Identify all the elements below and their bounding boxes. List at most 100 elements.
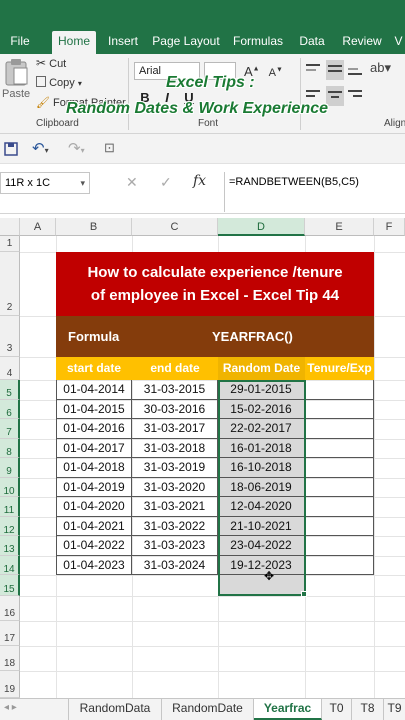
save-icon[interactable]	[4, 142, 18, 156]
insert-function-icon[interactable]: fx	[193, 173, 206, 189]
row-header-15[interactable]: 15	[0, 575, 20, 596]
row-header-18[interactable]: 18	[0, 646, 20, 671]
formula-row-value[interactable]: YEARFRAC()	[212, 329, 293, 344]
column-header-a[interactable]: A	[20, 218, 56, 236]
start-date-cell[interactable]: 01-04-2015	[56, 399, 132, 419]
end-date-cell[interactable]: 31-03-2024	[132, 555, 218, 575]
align-center-icon[interactable]	[326, 86, 344, 106]
sheet-tab-randomdata[interactable]: RandomData	[68, 699, 162, 720]
random-date-cell[interactable]: 12-04-2020	[218, 497, 305, 517]
row-header-6[interactable]: 6	[0, 399, 20, 419]
undo-icon[interactable]: ↶▾	[32, 139, 49, 157]
row-header-5[interactable]: 5	[0, 380, 20, 400]
sheet-tab-randomdate[interactable]: RandomDate	[162, 699, 254, 720]
end-date-cell[interactable]: 31-03-2020	[132, 477, 218, 497]
sheet-nav-icon[interactable]: ◂ ▸	[4, 702, 17, 713]
column-header-d[interactable]: D	[218, 218, 305, 236]
start-date-cell[interactable]: 01-04-2018	[56, 458, 132, 478]
tenure-cell[interactable]	[305, 536, 374, 556]
fill-handle[interactable]	[301, 591, 307, 597]
redo-icon[interactable]: ↷▾	[68, 139, 85, 157]
tab-home[interactable]: Home	[52, 31, 96, 54]
tab-view[interactable]: V	[392, 31, 405, 54]
paste-button[interactable]: Paste	[2, 56, 30, 104]
tenure-cell[interactable]	[305, 380, 374, 400]
column-header-f[interactable]: F	[374, 218, 405, 236]
orientation-icon[interactable]: ab▾	[370, 60, 391, 76]
align-right-icon[interactable]	[348, 88, 366, 104]
start-date-cell[interactable]: 01-04-2020	[56, 497, 132, 517]
row-header-1[interactable]: 1	[0, 236, 20, 252]
tenure-cell[interactable]	[305, 497, 374, 517]
tab-data[interactable]: Data	[296, 31, 328, 54]
tenure-cell[interactable]	[305, 516, 374, 536]
start-date-cell[interactable]: 01-04-2023	[56, 555, 132, 575]
cancel-icon[interactable]: ✕	[126, 174, 138, 191]
random-date-cell[interactable]: 23-04-2022	[218, 536, 305, 556]
row-header-14[interactable]: 14	[0, 555, 20, 575]
end-date-cell[interactable]: 31-03-2022	[132, 516, 218, 536]
row-header-9[interactable]: 9	[0, 458, 20, 478]
end-date-cell[interactable]: 31-03-2018	[132, 438, 218, 458]
row-header-4[interactable]: 4	[0, 357, 20, 380]
row-header-7[interactable]: 7	[0, 419, 20, 439]
name-box[interactable]: 11R x 1C ▾	[0, 172, 90, 194]
touch-mode-icon[interactable]: ⊡	[104, 140, 115, 156]
random-date-cell[interactable]: 16-01-2018	[218, 438, 305, 458]
end-date-cell[interactable]: 31-03-2023	[132, 536, 218, 556]
row-header-19[interactable]: 19	[0, 671, 20, 698]
random-date-cell[interactable]: 16-10-2018	[218, 458, 305, 478]
header-random-date[interactable]: Random Date	[218, 357, 305, 380]
tab-page-layout[interactable]: Page Layout	[152, 31, 220, 54]
start-date-cell[interactable]: 01-04-2017	[56, 438, 132, 458]
start-date-cell[interactable]: 01-04-2019	[56, 477, 132, 497]
tenure-cell[interactable]	[305, 458, 374, 478]
enter-icon[interactable]: ✓	[160, 174, 172, 191]
row-header-12[interactable]: 12	[0, 516, 20, 536]
align-bottom-icon[interactable]	[348, 62, 366, 78]
row-header-16[interactable]: 16	[0, 596, 20, 621]
tenure-cell[interactable]	[305, 399, 374, 419]
header-tenure[interactable]: Tenure/Exp	[305, 357, 374, 380]
start-date-cell[interactable]: 01-04-2016	[56, 419, 132, 439]
end-date-cell[interactable]: 31-03-2015	[132, 380, 218, 400]
tab-insert[interactable]: Insert	[104, 31, 142, 54]
end-date-cell[interactable]: 31-03-2019	[132, 458, 218, 478]
tenure-cell[interactable]	[305, 419, 374, 439]
sheet-tab-yearfrac[interactable]: Yearfrac	[254, 699, 322, 720]
column-header-c[interactable]: C	[132, 218, 218, 236]
header-start-date[interactable]: start date	[56, 357, 132, 380]
tab-file[interactable]: File	[4, 31, 36, 54]
start-date-cell[interactable]: 01-04-2021	[56, 516, 132, 536]
tenure-cell[interactable]	[305, 555, 374, 575]
row-header-13[interactable]: 13	[0, 536, 20, 556]
sheet-tab-t9[interactable]: T9	[384, 699, 405, 720]
end-date-cell[interactable]: 31-03-2021	[132, 497, 218, 517]
tenure-cell[interactable]	[305, 438, 374, 458]
cell-D15[interactable]	[220, 575, 304, 594]
start-date-cell[interactable]: 01-04-2022	[56, 536, 132, 556]
row-header-11[interactable]: 11	[0, 497, 20, 517]
end-date-cell[interactable]: 31-03-2017	[132, 419, 218, 439]
select-all-corner[interactable]	[0, 218, 20, 236]
random-date-cell[interactable]: 15-02-2016	[218, 399, 305, 419]
formula-row-label[interactable]: Formula	[68, 329, 119, 344]
row-header-3[interactable]: 3	[0, 316, 20, 357]
tenure-cell[interactable]	[305, 477, 374, 497]
row-header-8[interactable]: 8	[0, 438, 20, 458]
row-header-2[interactable]: 2	[0, 252, 20, 316]
tab-review[interactable]: Review	[340, 31, 384, 54]
formula-input[interactable]: =RANDBETWEEN(B5,C5)	[224, 172, 405, 212]
row-header-17[interactable]: 17	[0, 621, 20, 646]
copy-button[interactable]: Copy ▾	[36, 76, 96, 92]
row-header-10[interactable]: 10	[0, 477, 20, 497]
column-header-b[interactable]: B	[56, 218, 132, 236]
column-header-e[interactable]: E	[305, 218, 374, 236]
random-date-cell[interactable]: 18-06-2019	[218, 477, 305, 497]
sheet-title-cell[interactable]: How to calculate experience /tenure of e…	[56, 252, 374, 316]
sheet-tab-t0[interactable]: T0	[322, 699, 352, 720]
header-end-date[interactable]: end date	[132, 357, 218, 380]
end-date-cell[interactable]: 30-03-2016	[132, 399, 218, 419]
random-date-cell[interactable]: 29-01-2015	[218, 380, 305, 400]
random-date-cell[interactable]: 22-02-2017	[218, 419, 305, 439]
